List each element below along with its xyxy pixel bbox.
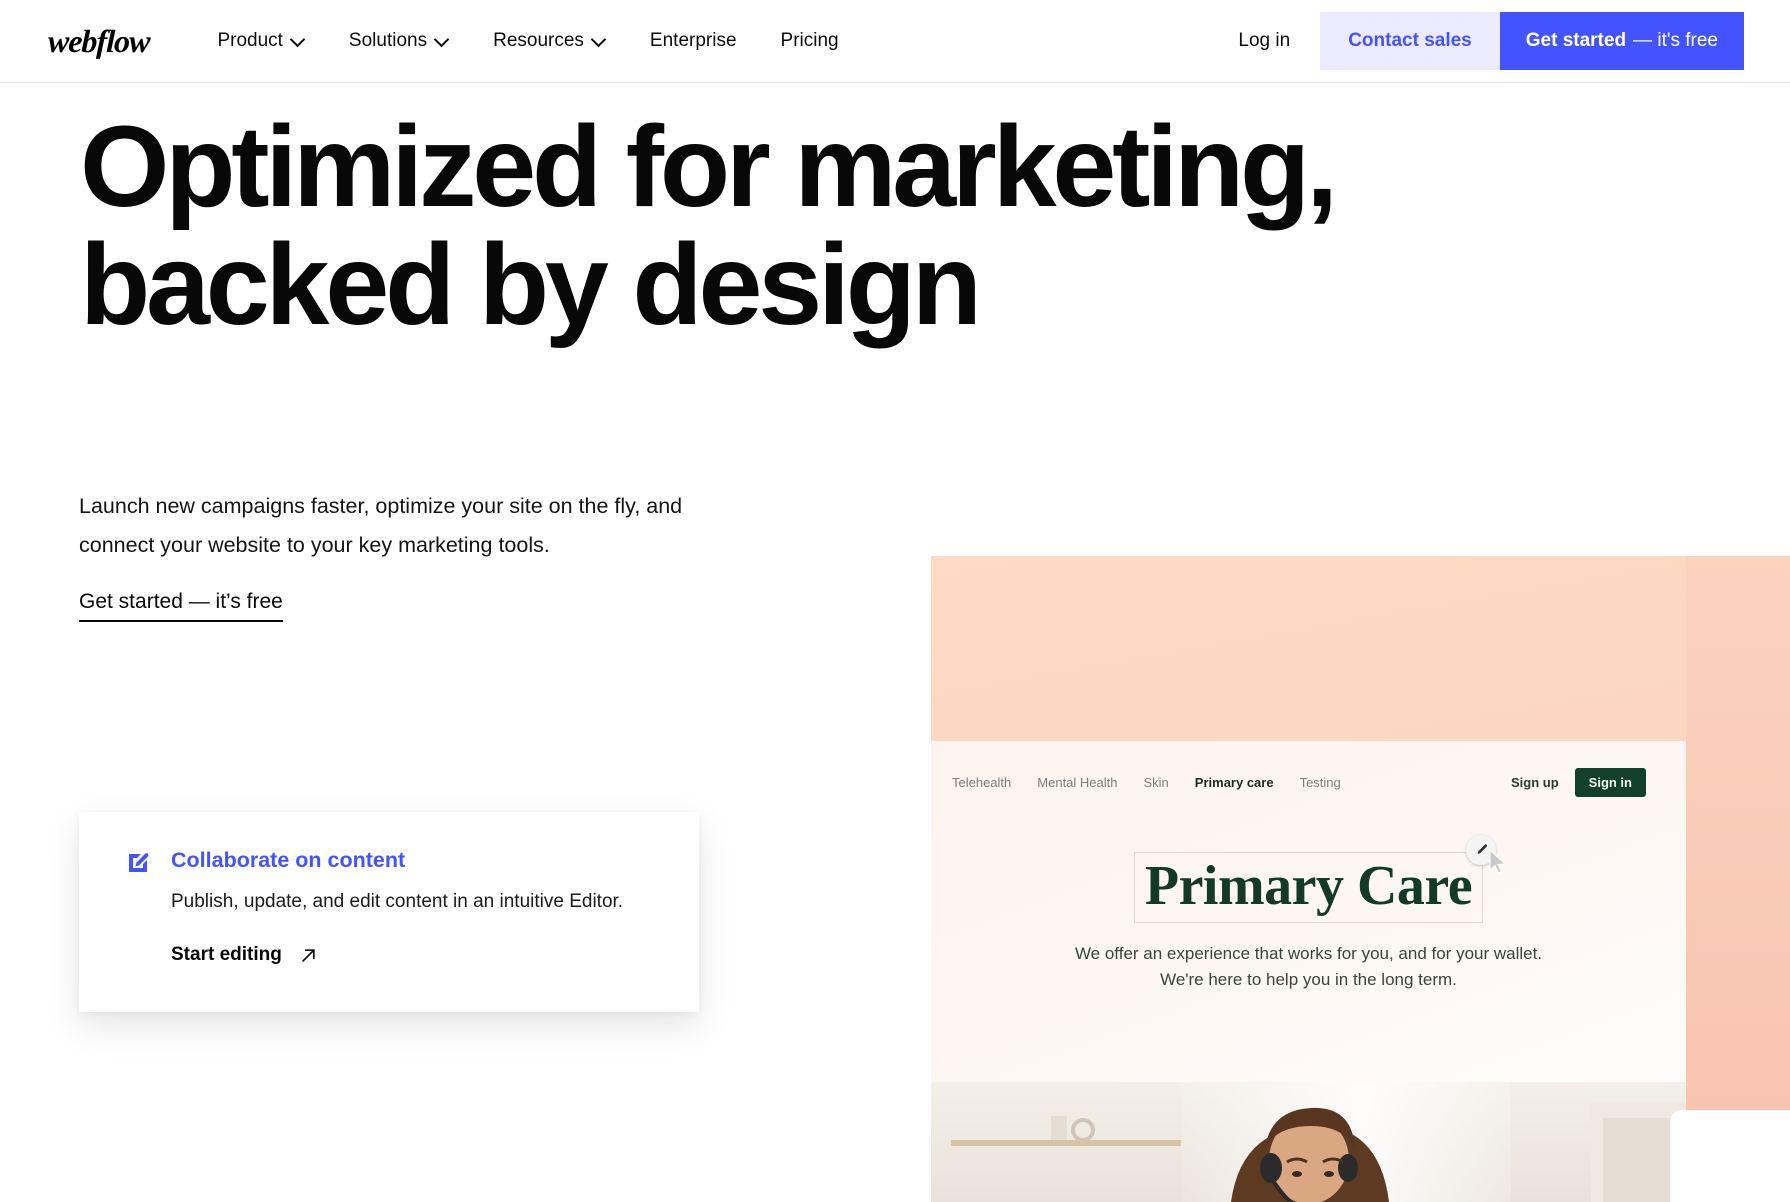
hero-get-started-link[interactable]: Get started — it’s free	[79, 590, 283, 622]
nav-item-label: Enterprise	[649, 30, 737, 51]
feature-card-header: Collaborate on content	[126, 848, 659, 875]
feature-card-description: Publish, update, and edit content in an …	[171, 891, 624, 912]
mockup-subtitle: We offer an experience that works for yo…	[1074, 943, 1543, 990]
feature-card-title[interactable]: Collaborate on content	[171, 848, 405, 874]
get-started-button[interactable]: Get started — it's free	[1499, 12, 1744, 70]
website-mockup-panel: Telehealth Mental Health Skin Primary ca…	[931, 556, 1790, 1202]
mockup-hero: Primary Care We offer an experience that…	[931, 835, 1686, 993]
nav-actions: Log in Contact sales Get started — it's …	[1208, 0, 1790, 82]
nav-item-label: Solutions	[348, 30, 428, 51]
nav-item-label: Product	[217, 30, 283, 51]
page-title-line-1: Optimized for marketing,	[80, 103, 1338, 231]
top-navigation-bar: webflow Product Solutions Resources Ente…	[0, 0, 1790, 83]
mockup-nav-item-skin[interactable]: Skin	[1131, 775, 1182, 790]
nav-item-label: Resources	[493, 30, 584, 51]
start-editing-label: Start editing	[171, 944, 282, 965]
page-title: Optimized for marketing, backed by desig…	[80, 108, 1530, 345]
mockup-background-edge	[1686, 556, 1790, 1202]
mockup-nav-item-telehealth[interactable]: Telehealth	[939, 775, 1024, 790]
mockup-nav-item-testing[interactable]: Testing	[1287, 775, 1354, 790]
mockup-sign-up-link[interactable]: Sign up	[1511, 775, 1559, 790]
nav-item-pricing[interactable]: Pricing	[759, 20, 861, 62]
mockup-site-nav: Telehealth Mental Health Skin Primary ca…	[931, 741, 1686, 797]
chevron-down-icon	[593, 33, 606, 46]
feature-card-body: Collaborate on content Publish, update, …	[79, 812, 699, 966]
hero-lead-paragraph: Launch new campaigns faster, optimize yo…	[79, 494, 683, 558]
arrow-up-right-icon	[301, 948, 315, 962]
mockup-browser-canvas: Telehealth Mental Health Skin Primary ca…	[931, 741, 1686, 1202]
log-in-link[interactable]: Log in	[1208, 30, 1320, 52]
nav-item-label: Pricing	[780, 30, 839, 51]
page-title-line-2: backed by design	[80, 221, 982, 350]
page-bottom-right-corner	[1670, 1110, 1790, 1202]
chevron-down-icon	[436, 33, 449, 46]
mockup-heading-selection-box[interactable]: Primary Care	[1133, 835, 1507, 923]
mockup-nav-actions: Sign up Sign in	[1511, 768, 1646, 797]
nav-item-solutions[interactable]: Solutions	[327, 20, 471, 62]
get-started-label-bold: Get started	[1525, 30, 1627, 51]
webflow-logo[interactable]: webflow	[47, 23, 150, 60]
pencil-icon	[1477, 843, 1487, 854]
start-editing-link[interactable]: Start editing	[171, 944, 317, 966]
headset-woman-photo	[931, 1082, 1686, 1202]
get-started-label-light: — it's free	[1633, 30, 1718, 51]
feature-card-collaborate[interactable]: Collaborate on content Publish, update, …	[79, 812, 699, 1012]
chevron-down-icon	[292, 33, 305, 46]
mouse-cursor-icon	[1489, 849, 1507, 874]
mockup-heading: Primary Care	[1144, 855, 1473, 917]
primary-nav-links: Product Solutions Resources Enterprise P…	[195, 20, 860, 62]
mockup-nav-item-primary-care[interactable]: Primary care	[1182, 775, 1287, 790]
nav-item-resources[interactable]: Resources	[471, 20, 628, 62]
edit-square-icon	[129, 853, 149, 872]
nav-item-enterprise[interactable]: Enterprise	[628, 20, 759, 62]
contact-sales-button[interactable]: Contact sales	[1320, 12, 1500, 70]
nav-item-product[interactable]: Product	[195, 20, 326, 62]
mockup-nav-item-mental-health[interactable]: Mental Health	[1024, 775, 1130, 790]
mockup-hero-photo	[931, 1082, 1686, 1202]
mockup-sign-in-button[interactable]: Sign in	[1574, 768, 1646, 797]
